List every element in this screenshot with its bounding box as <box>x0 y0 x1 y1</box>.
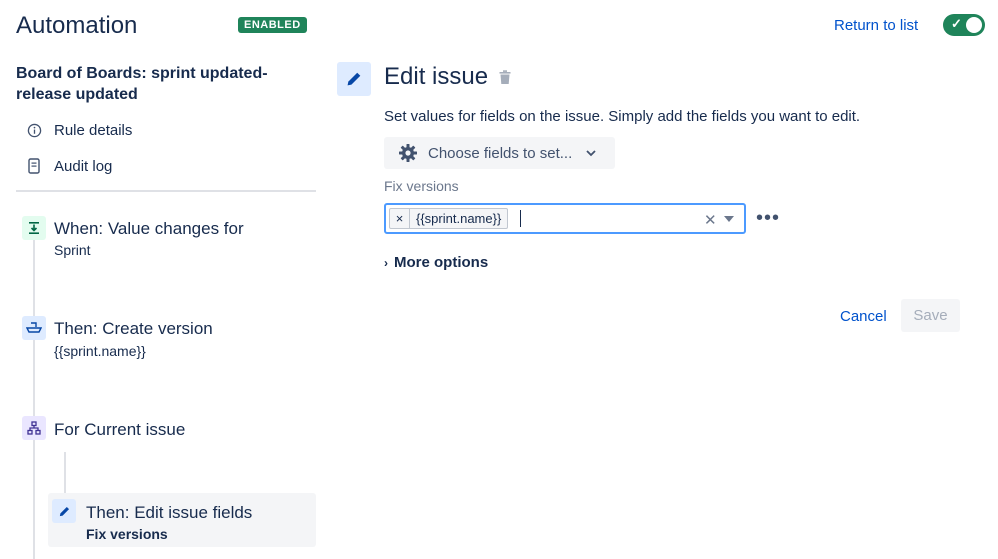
trigger-icon <box>22 216 46 240</box>
return-to-list-link[interactable]: Return to list <box>834 17 918 34</box>
more-actions-icon[interactable]: ••• <box>756 207 780 230</box>
step-title: Then: Edit issue fields <box>86 503 253 522</box>
sidebar-item-label: Audit log <box>54 157 113 175</box>
save-button[interactable]: Save <box>901 299 960 332</box>
toggle-knob <box>966 17 982 33</box>
status-badge: ENABLED <box>238 17 307 33</box>
step-trigger[interactable]: When: Value changes for Sprint <box>16 216 316 266</box>
branch-icon <box>22 416 46 440</box>
gear-icon <box>398 143 418 163</box>
sidebar-divider <box>16 190 316 192</box>
step-subtitle: Fix versions <box>86 526 168 542</box>
clear-icon[interactable]: ✕ <box>704 211 717 229</box>
action-description: Set values for fields on the issue. Simp… <box>384 108 861 125</box>
step-connector <box>33 240 35 559</box>
fix-versions-select[interactable]: × {{sprint.name}} ✕ <box>384 203 746 234</box>
remove-chip-icon[interactable]: × <box>390 209 410 228</box>
page-title: Automation <box>16 12 138 39</box>
rule-enabled-toggle[interactable]: ✓ <box>943 14 985 36</box>
pencil-icon <box>347 72 361 86</box>
step-title: Then: Create version <box>54 319 213 338</box>
sidebar-item-audit-log[interactable]: Audit log <box>26 155 112 177</box>
step-edit-issue-selected[interactable]: Then: Edit issue fields Fix versions <box>48 493 316 547</box>
step-subtitle: {{sprint.name}} <box>54 343 146 359</box>
step-create-version[interactable]: Then: Create version {{sprint.name}} <box>16 316 316 366</box>
step-title: For Current issue <box>54 420 186 439</box>
ship-icon <box>22 316 46 340</box>
info-icon <box>26 122 42 138</box>
cancel-button[interactable]: Cancel <box>840 308 887 325</box>
step-subtitle: Sprint <box>54 242 91 258</box>
choose-fields-label: Choose fields to set... <box>428 144 573 162</box>
choose-fields-button[interactable]: Choose fields to set... <box>384 137 615 169</box>
trash-icon[interactable] <box>499 70 511 90</box>
dropdown-arrow-icon[interactable] <box>724 216 734 222</box>
more-options-toggle[interactable]: › More options <box>384 254 488 271</box>
sidebar-item-label: Rule details <box>54 121 133 139</box>
chip-label: {{sprint.name}} <box>416 211 502 226</box>
chevron-right-icon: › <box>384 255 388 270</box>
step-title: When: Value changes for <box>54 219 244 238</box>
edit-action-icon-box <box>337 62 371 96</box>
branch-connector <box>64 452 66 497</box>
chevron-down-icon <box>586 149 596 157</box>
text-cursor <box>520 210 521 227</box>
fix-versions-label: Fix versions <box>384 178 459 194</box>
step-branch[interactable]: For Current issue <box>16 416 316 446</box>
more-options-label: More options <box>394 254 489 271</box>
pencil-icon <box>52 499 76 523</box>
check-icon: ✓ <box>951 16 962 31</box>
sidebar-item-rule-details[interactable]: Rule details <box>26 119 132 141</box>
version-chip: × {{sprint.name}} <box>389 208 509 229</box>
rule-name: Board of Boards: sprint updated-release … <box>16 65 268 103</box>
document-icon <box>26 158 42 174</box>
action-title: Edit issue <box>384 63 489 90</box>
